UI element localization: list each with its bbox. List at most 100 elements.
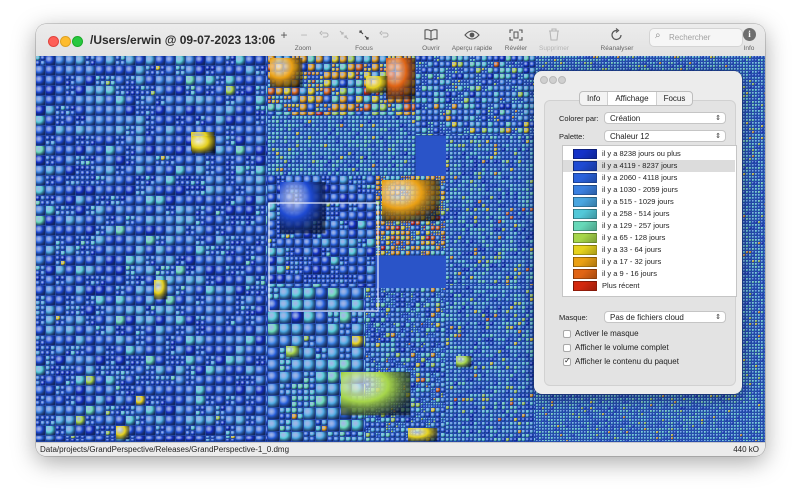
treemap-file-tile[interactable] [436,243,438,246]
treemap-file-tile[interactable] [186,381,191,386]
treemap-file-tile[interactable] [76,116,81,121]
treemap-file-tile[interactable] [494,236,498,240]
treemap-file-tile[interactable] [494,196,498,200]
treemap-file-tile[interactable] [408,156,412,160]
treemap-file-tile[interactable] [454,248,458,252]
treemap-file-tile[interactable] [46,126,56,136]
treemap-file-tile[interactable] [161,381,166,386]
treemap-file-tile[interactable] [413,298,416,300]
treemap-file-tile[interactable] [176,106,186,116]
treemap-file-tile[interactable] [431,323,433,325]
treemap-file-tile[interactable] [367,275,376,284]
treemap-file-tile[interactable] [416,116,422,122]
treemap-file-tile[interactable] [216,66,226,76]
treemap-file-tile[interactable] [482,80,488,86]
treemap-file-tile[interactable] [488,80,494,86]
treemap-file-tile[interactable] [376,116,380,120]
treemap-file-tile[interactable] [348,72,356,80]
treemap-file-tile[interactable] [216,366,226,376]
treemap-file-tile[interactable] [46,201,51,206]
treemap-file-tile[interactable] [362,176,367,180]
treemap-file-tile[interactable] [372,104,380,112]
treemap-file-tile[interactable] [413,310,416,313]
treemap-file-tile[interactable] [441,318,446,323]
treemap-file-tile[interactable] [216,246,221,251]
treemap-file-tile[interactable] [141,191,146,196]
treemap-file-tile[interactable] [490,144,494,148]
treemap-file-tile[interactable] [156,146,166,156]
treemap-file-tile[interactable] [530,224,534,228]
treemap-file-tile[interactable] [266,176,268,186]
treemap-file-tile[interactable] [352,360,364,372]
treemap-file-tile[interactable] [290,248,295,252]
treemap-file-tile[interactable] [151,381,156,386]
treemap-file-tile[interactable] [46,416,51,421]
treemap-file-tile[interactable] [91,276,96,281]
treemap-file-tile[interactable] [500,128,506,134]
treemap-file-tile[interactable] [462,156,466,160]
treemap-file-tile[interactable] [502,172,506,176]
treemap-file-tile[interactable] [396,251,401,256]
treemap-file-tile[interactable] [116,156,126,166]
treemap-file-tile[interactable] [146,66,151,71]
treemap-file-tile[interactable] [530,280,534,284]
treemap-file-tile[interactable] [530,268,534,272]
treemap-file-tile[interactable] [446,86,449,89]
treemap-file-tile[interactable] [201,351,206,356]
treemap-file-tile[interactable] [530,228,534,232]
treemap-file-tile[interactable] [241,296,246,301]
treemap-file-tile[interactable] [41,301,46,306]
treemap-file-tile[interactable] [392,164,396,168]
treemap-file-tile[interactable] [206,96,216,106]
treemap-file-tile[interactable] [86,426,96,436]
treemap-file-tile[interactable] [356,148,360,152]
treemap-file-tile[interactable] [116,276,126,286]
treemap-file-tile[interactable] [316,116,320,120]
treemap-file-tile[interactable] [518,188,522,192]
treemap-file-tile[interactable] [476,62,482,68]
treemap-file-tile[interactable] [464,62,470,68]
treemap-file-tile[interactable] [494,62,500,68]
treemap-file-tile[interactable] [332,160,336,164]
treemap-file-tile[interactable] [482,144,486,148]
treemap-file-tile[interactable] [466,204,470,208]
treemap-file-tile[interactable] [502,180,506,184]
treemap-file-tile[interactable] [522,232,526,236]
treemap-file-tile[interactable] [388,152,392,156]
treemap-file-tile[interactable] [522,248,526,252]
treemap-file-tile[interactable] [196,346,201,351]
treemap-file-tile[interactable] [126,281,131,286]
treemap-file-tile[interactable] [226,171,231,176]
treemap-file-tile[interactable] [328,360,340,372]
treemap-file-tile[interactable] [66,416,76,426]
treemap-file-tile[interactable] [364,136,368,140]
treemap-file-tile[interactable] [398,335,401,338]
treemap-file-tile[interactable] [56,126,66,136]
treemap-file-tile[interactable] [241,376,246,381]
treemap-file-tile[interactable] [506,62,509,65]
treemap-file-tile[interactable] [474,164,478,168]
treemap-file-tile[interactable] [288,104,292,108]
treemap-file-tile[interactable] [340,324,346,330]
treemap-file-tile[interactable] [176,366,186,376]
treemap-file-tile[interactable] [71,181,76,186]
treemap-file-tile[interactable] [221,406,226,411]
treemap-file-tile[interactable] [344,132,348,136]
treemap-file-tile[interactable] [426,251,431,256]
treemap-file-tile[interactable] [328,432,334,437]
treemap-file-tile[interactable] [236,206,246,216]
treemap-file-tile[interactable] [316,426,322,432]
treemap-file-tile[interactable] [101,181,106,186]
treemap-file-tile[interactable] [474,160,478,164]
treemap-file-tile[interactable] [356,116,360,120]
treemap-file-tile[interactable] [328,148,332,152]
treemap-file-tile[interactable] [434,68,440,74]
treemap-file-tile[interactable] [236,436,246,442]
treemap-file-tile[interactable] [146,226,156,236]
treemap-file-tile[interactable] [494,256,498,260]
treemap-file-tile[interactable] [364,96,372,104]
treemap-file-tile[interactable] [406,236,411,241]
treemap-file-tile[interactable] [462,168,466,172]
treemap-file-tile[interactable] [446,236,450,240]
treemap-file-tile[interactable] [506,220,510,224]
